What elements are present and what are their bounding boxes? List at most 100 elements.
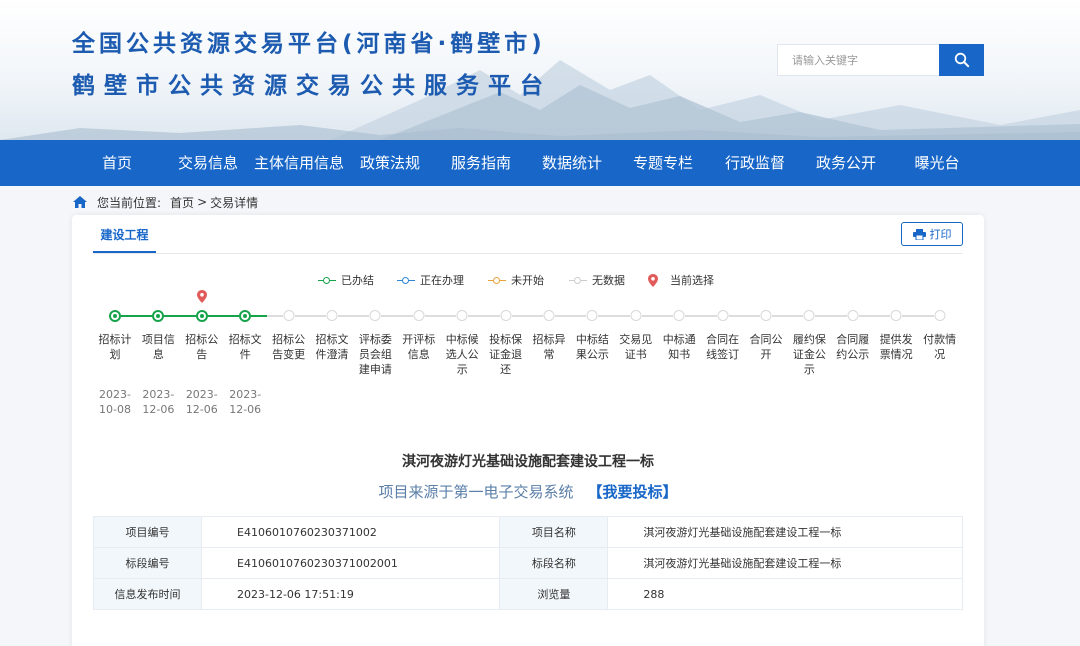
timeline-step-label[interactable]: 合同履约公示 <box>832 332 874 362</box>
search-icon <box>954 52 969 68</box>
timeline-step-label[interactable]: 中标结果公示 <box>571 332 613 362</box>
table-key-cell: 信息发布时间 <box>93 578 202 610</box>
location-pin-icon <box>648 273 658 287</box>
tab-divider <box>93 253 963 254</box>
legend-in-progress-label: 正在办理 <box>420 274 464 287</box>
timeline-step-label[interactable]: 中标候选人公示 <box>441 332 483 377</box>
nav-item-gov-affairs[interactable]: 政务公开 <box>816 140 876 186</box>
legend-no-data-label: 无数据 <box>592 274 625 287</box>
breadcrumb-separator: > <box>197 195 208 209</box>
timeline-step-label[interactable]: 开评标信息 <box>398 332 440 362</box>
timeline-node[interactable] <box>803 310 815 321</box>
tab-construction[interactable]: 建设工程 <box>93 226 156 253</box>
nav-item-statistics[interactable]: 数据统计 <box>542 140 602 186</box>
table-key-cell: 标段编号 <box>93 547 202 579</box>
legend-not-started: 未开始 <box>488 272 544 288</box>
timeline-node[interactable] <box>195 310 208 322</box>
timeline-connector <box>121 315 153 317</box>
timeline-step-label[interactable]: 招标文件 <box>224 332 266 362</box>
timeline-connector <box>251 315 283 317</box>
timeline-step-label[interactable]: 项目信息 <box>137 332 179 362</box>
timeline-step-label[interactable]: 招标异常 <box>528 332 570 362</box>
timeline-node[interactable] <box>500 310 512 321</box>
timeline-node[interactable] <box>847 310 859 321</box>
legend-done: 已办结 <box>318 272 374 288</box>
timeline-step-label[interactable]: 招标文件澄清 <box>311 332 353 362</box>
timeline-node[interactable] <box>890 310 902 321</box>
printer-icon <box>912 228 926 240</box>
main-nav: 首页 交易信息 主体信用信息 政策法规 服务指南 数据统计 专题专栏 行政监督 … <box>0 140 1080 186</box>
timeline-connector <box>511 315 543 317</box>
timeline-step-label[interactable]: 投标保证金退还 <box>485 332 527 377</box>
table-value-cell: E4106010760230371002001 <box>200 547 501 579</box>
timeline-connector <box>207 315 240 317</box>
timeline-step-label[interactable]: 中标通知书 <box>658 332 700 362</box>
timeline-connector <box>772 315 804 317</box>
timeline-step-label[interactable]: 合同在线签订 <box>702 332 744 362</box>
breadcrumb-label: 您当前位置: <box>97 195 162 210</box>
table-value-cell: 淇河夜游灯光基础设施配套建设工程一标 <box>607 516 963 548</box>
project-info-table: 项目编号 E4106010760230371002 项目名称 淇河夜游灯光基础设施配套… <box>93 516 963 610</box>
table-key-cell: 标段名称 <box>499 547 609 579</box>
nav-item-home[interactable]: 首页 <box>102 140 132 186</box>
timeline-step-label[interactable]: 招标计划 <box>94 332 136 362</box>
breadcrumb: 您当前位置: 首页 > 交易详情 <box>72 193 261 211</box>
search-button[interactable] <box>939 44 984 76</box>
timeline-connector <box>381 315 413 317</box>
timeline-node[interactable] <box>543 310 555 321</box>
breadcrumb-home[interactable]: 首页 <box>170 194 194 211</box>
nav-item-special[interactable]: 专题专栏 <box>633 140 693 186</box>
timeline-connector <box>294 315 326 317</box>
nav-item-supervision[interactable]: 行政监督 <box>725 140 785 186</box>
timeline-step-label[interactable]: 评标委员会组建申请 <box>354 332 396 377</box>
timeline-connector <box>902 315 934 317</box>
timeline-connector <box>338 315 370 317</box>
table-value-cell: 288 <box>607 578 963 610</box>
nav-item-service-guide[interactable]: 服务指南 <box>451 140 511 186</box>
legend-no-data: 无数据 <box>569 272 625 288</box>
nav-item-policy[interactable]: 政策法规 <box>360 140 420 186</box>
timeline-node[interactable] <box>369 310 381 321</box>
timeline-node[interactable] <box>152 310 165 322</box>
timeline-connector <box>858 315 891 317</box>
timeline-step-label[interactable]: 付款情况 <box>919 332 961 362</box>
bid-link[interactable]: 【我要投标】 <box>588 483 678 501</box>
search-input[interactable] <box>777 44 939 76</box>
timeline-node[interactable] <box>239 310 252 322</box>
timeline-connector <box>685 315 717 317</box>
timeline-step-label[interactable]: 交易见证书 <box>615 332 657 362</box>
print-button[interactable]: 打印 <box>901 222 963 246</box>
timeline-connector <box>468 315 500 317</box>
timeline-node[interactable] <box>673 310 685 321</box>
legend-done-label: 已办结 <box>341 274 374 287</box>
timeline-node[interactable] <box>283 310 295 321</box>
timeline-node[interactable] <box>456 310 468 321</box>
table-key-cell: 项目编号 <box>93 516 202 548</box>
timeline-node[interactable] <box>109 310 121 322</box>
timeline-node[interactable] <box>413 310 425 321</box>
timeline-node[interactable] <box>586 310 598 321</box>
timeline-step-label[interactable]: 合同公开 <box>745 332 787 362</box>
nav-item-exposure[interactable]: 曝光台 <box>914 140 959 186</box>
timeline-step-date: 2023-12-06 <box>185 388 218 416</box>
table-row: 标段编号 E4106010760230371002001 标段名称 淇河夜游灯光基础设… <box>93 547 963 579</box>
timeline-step-label[interactable]: 提供发票情况 <box>875 332 917 362</box>
print-label: 打印 <box>929 228 952 241</box>
progress-timeline: 招标计划 2023-10-08 项目信息 2023-12-06 招标公告 2023-12-… <box>72 290 984 428</box>
legend-in-progress: 正在办理 <box>397 272 464 288</box>
nav-item-credit-info[interactable]: 主体信用信息 <box>254 140 344 186</box>
timeline-step-date: 2023-12-06 <box>142 388 175 416</box>
timeline-node[interactable] <box>717 310 729 321</box>
timeline-step-label[interactable]: 履约保证金公示 <box>788 332 830 377</box>
timeline-node[interactable] <box>326 310 338 321</box>
timeline-step-label[interactable]: 招标公告变更 <box>268 332 310 362</box>
current-step-pin-icon <box>196 288 207 307</box>
table-key-cell: 项目名称 <box>499 516 609 548</box>
timeline-node[interactable] <box>760 310 772 321</box>
timeline-node[interactable] <box>934 310 946 321</box>
timeline-node[interactable] <box>630 310 642 321</box>
timeline-step-label[interactable]: 招标公告 <box>181 332 223 362</box>
legend-not-started-label: 未开始 <box>511 274 544 287</box>
timeline-connector <box>424 315 457 317</box>
nav-item-trade-info[interactable]: 交易信息 <box>178 140 238 186</box>
